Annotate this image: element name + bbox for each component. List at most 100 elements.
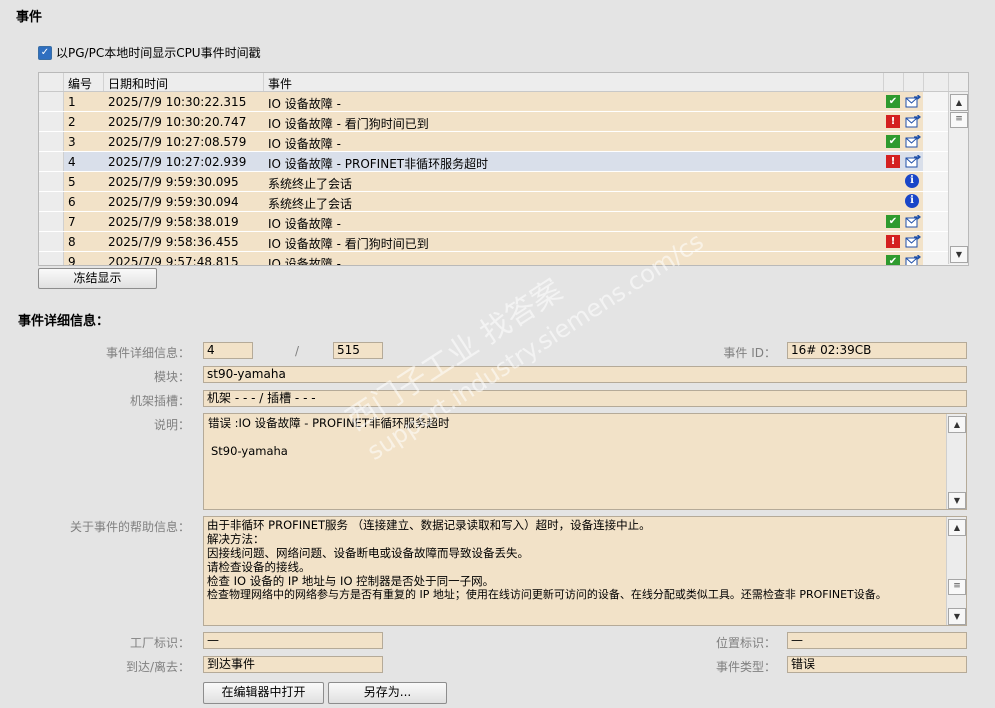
send-message-icon[interactable] — [905, 94, 922, 108]
description-line — [208, 430, 966, 444]
error-icon: ! — [886, 115, 900, 128]
scroll-up-icon[interactable]: ▲ — [948, 519, 966, 536]
description-scrollbar[interactable]: ▲ ▼ — [946, 414, 966, 509]
cell-num: 6 — [68, 195, 76, 209]
cell-datetime: 2025/7/9 9:59:30.094 — [108, 195, 239, 209]
scroll-thumb[interactable]: ≡ — [950, 112, 968, 128]
rack-slot-field[interactable]: 机架 - - - / 插槽 - - - — [203, 390, 967, 407]
table-row[interactable]: 1 2025/7/9 10:30:22.315 IO 设备故障 - ✔ — [39, 92, 948, 112]
description-line: 错误 :IO 设备故障 - PROFINET非循环服务超时 — [208, 416, 450, 430]
detail-index-separator: / — [295, 344, 300, 358]
table-vertical-scrollbar[interactable]: ▲ ≡ ▼ — [948, 92, 968, 264]
scroll-thumb[interactable]: ≡ — [948, 579, 966, 595]
table-row[interactable]: 7 2025/7/9 9:58:38.019 IO 设备故障 - ✔ — [39, 212, 948, 232]
table-row[interactable]: 6 2025/7/9 9:59:30.094 系统终止了会话 i — [39, 192, 948, 212]
cell-datetime: 2025/7/9 10:30:22.315 — [108, 95, 247, 109]
checkbox-checked-icon[interactable]: ✓ — [38, 45, 52, 60]
row-filler — [923, 232, 948, 251]
scroll-up-icon[interactable]: ▲ — [948, 416, 966, 433]
table-row[interactable]: 4 2025/7/9 10:27:02.939 IO 设备故障 - PROFINET… — [39, 152, 948, 172]
column-header-event[interactable]: 事件 — [268, 75, 292, 92]
send-message-icon[interactable] — [905, 114, 922, 128]
column-header-datetime[interactable]: 日期和时间 — [108, 75, 168, 92]
module-field[interactable]: st90-yamaha — [203, 366, 967, 383]
detail-index-field[interactable]: 4 — [203, 342, 253, 359]
help-line: 解决方法： — [207, 532, 265, 546]
save-as-button[interactable]: 另存为... — [328, 682, 447, 704]
event-details-section-title: 事件详细信息： — [18, 314, 110, 329]
local-time-checkbox-label: 以PG/PC本地时间显示CPU事件时间戳 — [56, 46, 261, 60]
description-textarea[interactable]: 错误 :IO 设备故障 - PROFINET非循环服务超时 St90-yamah… — [203, 413, 967, 510]
table-row[interactable]: 9 2025/7/9 9:57:48.815 IO 设备故障 - ✔ — [39, 252, 948, 266]
scroll-down-icon[interactable]: ▼ — [950, 246, 968, 263]
row-header[interactable] — [39, 152, 64, 171]
row-filler — [923, 252, 948, 265]
help-scrollbar[interactable]: ▲ ≡ ▼ — [946, 517, 966, 625]
cell-datetime: 2025/7/9 9:58:38.019 — [108, 215, 239, 229]
table-row[interactable]: 3 2025/7/9 10:27:08.579 IO 设备故障 - ✔ — [39, 132, 948, 152]
scroll-down-icon[interactable]: ▼ — [948, 608, 966, 625]
cell-event: 系统终止了会话 — [268, 197, 353, 211]
description-line: St90-yamaha — [211, 444, 288, 458]
open-in-editor-button[interactable]: 在编辑器中打开 — [203, 682, 324, 704]
cell-datetime: 2025/7/9 10:30:20.747 — [108, 115, 247, 129]
help-textarea[interactable]: 由于非循环 PROFINET服务 （连接建立、数据记录读取和写入）超时，设备连接… — [203, 516, 967, 626]
event-table[interactable]: 编号 日期和时间 事件 1 2025/7/9 10:30:22.315 IO 设备故… — [38, 72, 969, 266]
scroll-down-icon[interactable]: ▼ — [948, 492, 966, 509]
rack-slot-label: 机架插槽： — [129, 394, 190, 408]
row-filler — [923, 152, 948, 171]
event-type-field[interactable]: 错误 — [787, 656, 967, 673]
row-filler — [923, 112, 948, 131]
event-id-field[interactable]: 16# 02:39CB — [787, 342, 967, 359]
event-type-label: 事件类型： — [715, 660, 776, 674]
row-header[interactable] — [39, 132, 64, 151]
send-message-icon[interactable] — [905, 214, 922, 228]
table-row[interactable]: 5 2025/7/9 9:59:30.095 系统终止了会话 i — [39, 172, 948, 192]
row-header[interactable] — [39, 252, 64, 265]
cell-num: 9 — [68, 255, 76, 266]
freeze-display-button[interactable]: 冻结显示 — [38, 268, 157, 289]
module-label: 模块： — [153, 370, 190, 384]
send-message-icon[interactable] — [905, 154, 922, 168]
help-line: 因接线问题、网络问题、设备断电或设备故障而导致设备丢失。 — [207, 546, 529, 560]
send-message-icon[interactable] — [905, 234, 922, 248]
row-header[interactable] — [39, 232, 64, 251]
row-header[interactable] — [39, 92, 64, 111]
row-filler — [923, 192, 948, 211]
location-id-field[interactable]: — — [787, 632, 967, 649]
scroll-up-icon[interactable]: ▲ — [950, 94, 968, 111]
cell-num: 1 — [68, 95, 76, 109]
cell-datetime: 2025/7/9 9:57:48.815 — [108, 255, 239, 266]
cell-num: 3 — [68, 135, 76, 149]
info-icon: i — [905, 174, 919, 188]
plant-id-field[interactable]: — — [203, 632, 383, 649]
table-header: 编号 日期和时间 事件 — [39, 73, 968, 92]
send-message-icon[interactable] — [905, 254, 922, 265]
ok-icon: ✔ — [886, 135, 900, 148]
ok-icon: ✔ — [886, 95, 900, 108]
row-header[interactable] — [39, 112, 64, 131]
table-body: 1 2025/7/9 10:30:22.315 IO 设备故障 - ✔ 2 2025/7/… — [39, 92, 948, 266]
row-header[interactable] — [39, 192, 64, 211]
row-header[interactable] — [39, 212, 64, 231]
error-icon: ! — [886, 155, 900, 168]
cell-event: IO 设备故障 - — [268, 217, 341, 231]
table-row[interactable]: 8 2025/7/9 9:58:36.455 IO 设备故障 - 看门狗时间已到! — [39, 232, 948, 252]
cell-num: 4 — [68, 155, 76, 169]
send-message-icon[interactable] — [905, 134, 922, 148]
ok-icon: ✔ — [886, 255, 900, 265]
cell-num: 5 — [68, 175, 76, 189]
local-time-checkbox-row[interactable]: ✓ 以PG/PC本地时间显示CPU事件时间戳 — [38, 44, 261, 61]
help-line: 由于非循环 PROFINET服务 （连接建立、数据记录读取和写入）超时，设备连接… — [207, 518, 651, 532]
cell-datetime: 2025/7/9 10:27:02.939 — [108, 155, 247, 169]
help-line: 检查物理网络中的网络参与方是否有重复的 IP 地址；使用在线访问更新可访问的设备… — [207, 588, 887, 601]
help-label: 关于事件的帮助信息： — [69, 520, 190, 534]
cell-event: IO 设备故障 - — [268, 257, 341, 266]
arrive-leave-field[interactable]: 到达事件 — [203, 656, 383, 673]
cell-event: IO 设备故障 - 看门狗时间已到 — [268, 117, 429, 131]
row-header[interactable] — [39, 172, 64, 191]
column-header-num[interactable]: 编号 — [68, 75, 92, 92]
table-row[interactable]: 2 2025/7/9 10:30:20.747 IO 设备故障 - 看门狗时间已到! — [39, 112, 948, 132]
cell-datetime: 2025/7/9 9:58:36.455 — [108, 235, 239, 249]
help-line: 请检查设备的接线。 — [207, 560, 311, 574]
